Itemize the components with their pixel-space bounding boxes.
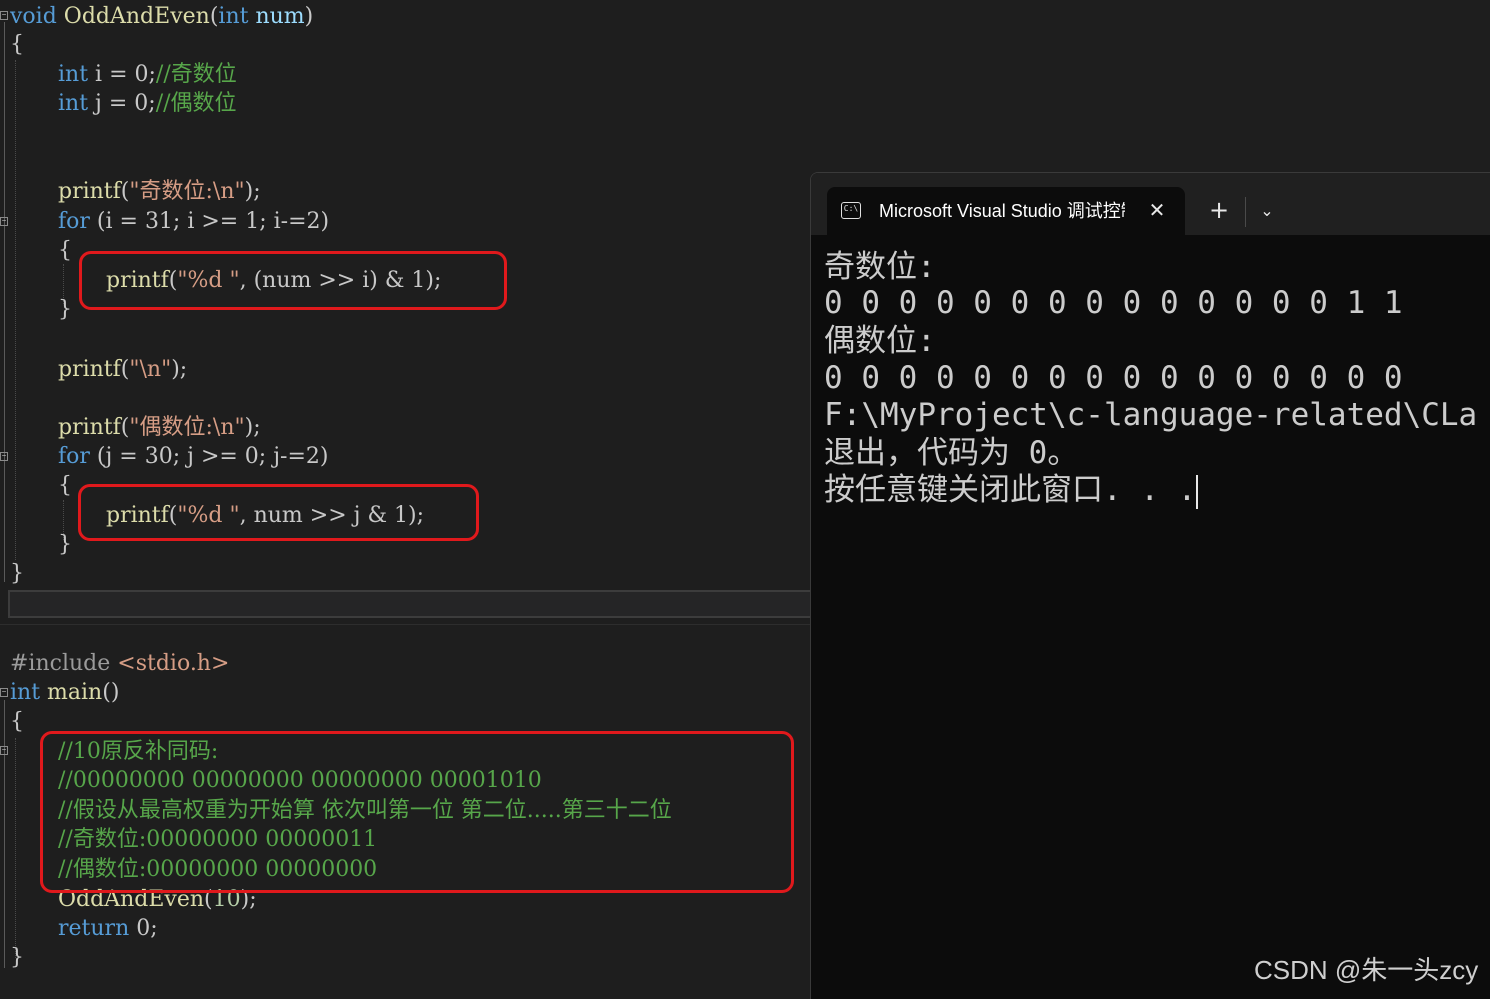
terminal-output-line: 退出，代码为 0。 (824, 435, 1079, 471)
code-line-printf-even[interactable]: printf("偶数位:\n"); (58, 413, 261, 442)
keyword: int (58, 91, 89, 116)
keyword: void (10, 4, 57, 29)
code-line-printf-newline[interactable]: printf("\n"); (58, 355, 187, 384)
file-separator (8, 590, 812, 618)
fold-toggle-icon[interactable]: − (0, 11, 8, 20)
text-cursor (1196, 474, 1199, 509)
code-line-func-decl[interactable]: void OddAndEven(int num) (10, 2, 313, 31)
string-literal: "奇数位:\n" (129, 179, 245, 204)
fold-toggle-icon[interactable]: − (0, 746, 8, 755)
fold-toggle-icon[interactable]: − (0, 217, 8, 226)
code-text: (i = 31; i >= 1; i-=2) (89, 209, 330, 234)
close-icon[interactable]: ✕ (1145, 197, 1169, 223)
code-line-decl-j[interactable]: int j = 0;//偶数位 (58, 89, 237, 118)
header-name: <stdio.h> (110, 651, 230, 676)
divider (1245, 197, 1246, 227)
code-line-main-decl[interactable]: int main() (10, 678, 119, 707)
fold-line (4, 22, 5, 582)
keyword: int (58, 62, 89, 87)
annotation-highlight-box (40, 731, 794, 893)
terminal-output-line: 0 0 0 0 0 0 0 0 0 0 0 0 0 0 0 0 (824, 360, 1403, 396)
preprocessor: #include (10, 651, 111, 676)
console-icon: C:\ (841, 202, 861, 219)
string-literal: "\n" (129, 357, 172, 382)
comment: //奇数位 (155, 62, 237, 87)
fold-line (4, 700, 5, 968)
code-text: ); (244, 179, 261, 204)
code-line-printf-odd[interactable]: printf("奇数位:\n"); (58, 177, 261, 206)
title-bar[interactable]: C:\ Microsoft Visual Studio 调试控制台 ✕ + ⌄ (811, 173, 1490, 235)
code-line[interactable]: } (10, 943, 24, 972)
param-name: num (248, 4, 305, 29)
terminal-output-line: 偶数位: (824, 323, 936, 359)
code-text: ); (171, 357, 188, 382)
code-text: ); (244, 415, 261, 440)
debug-console-window[interactable]: C:\ Microsoft Visual Studio 调试控制台 ✕ + ⌄ … (810, 172, 1490, 999)
keyword: return (58, 916, 130, 941)
code-line[interactable]: } (10, 559, 24, 588)
keyword: for (58, 444, 90, 469)
param-type: int (218, 4, 249, 29)
code-text: i = 0; (88, 62, 156, 87)
watermark: CSDN @朱一头zcy (1254, 955, 1479, 985)
divider (0, 624, 812, 625)
code-line-return[interactable]: return 0; (58, 914, 158, 943)
function-name: main (40, 680, 103, 705)
plus-icon[interactable]: + (1205, 197, 1233, 225)
terminal-output-line: 奇数位: (824, 249, 936, 285)
code-line[interactable]: } (58, 530, 72, 559)
terminal-prompt-line: 按任意键关闭此窗口. . . (824, 472, 1199, 509)
function-name: printf (58, 357, 121, 382)
terminal-output-text: 按任意键关闭此窗口. . . (824, 472, 1197, 508)
paren: ) (304, 4, 314, 29)
code-line-include[interactable]: #include <stdio.h> (10, 649, 229, 678)
indent-guide (15, 60, 17, 560)
code-line[interactable]: { (58, 471, 72, 500)
code-line-for-j[interactable]: for (j = 30; j >= 0; j-=2) (58, 442, 328, 471)
string-literal: "偶数位:\n" (129, 415, 245, 440)
terminal-output-line: 0 0 0 0 0 0 0 0 0 0 0 0 0 0 1 1 (824, 285, 1403, 321)
function-name: printf (58, 179, 121, 204)
chevron-down-icon[interactable]: ⌄ (1253, 197, 1281, 225)
function-name: printf (58, 415, 121, 440)
code-text: j = 0; (88, 91, 156, 116)
code-line-decl-i[interactable]: int i = 0;//奇数位 (58, 60, 237, 89)
code-line[interactable]: { (58, 236, 72, 265)
code-line[interactable]: { (10, 30, 24, 59)
editor-gutter: − − − − − (0, 0, 10, 998)
code-line-for-i[interactable]: for (i = 31; i >= 1; i-=2) (58, 207, 329, 236)
code-text: 0; (129, 916, 158, 941)
annotation-highlight-box (78, 484, 479, 541)
terminal-tab[interactable]: C:\ Microsoft Visual Studio 调试控制台 ✕ (827, 187, 1185, 235)
code-text: (j = 30; j >= 0; j-=2) (89, 444, 329, 469)
terminal-output-line: F:\MyProject\c-language-related\CLa (824, 397, 1478, 433)
annotation-highlight-box (79, 251, 507, 310)
keyword: for (58, 209, 90, 234)
code-line[interactable]: { (10, 707, 24, 736)
fold-toggle-icon[interactable]: − (0, 688, 8, 697)
indent-guide (15, 738, 17, 958)
function-name: OddAndEven (63, 4, 210, 29)
keyword: int (10, 680, 41, 705)
comment: //偶数位 (155, 91, 237, 116)
code-line[interactable]: } (58, 295, 72, 324)
paren: () (102, 680, 120, 705)
fold-toggle-icon[interactable]: − (0, 452, 8, 461)
tab-title: Microsoft Visual Studio 调试控制台 (879, 201, 1125, 221)
